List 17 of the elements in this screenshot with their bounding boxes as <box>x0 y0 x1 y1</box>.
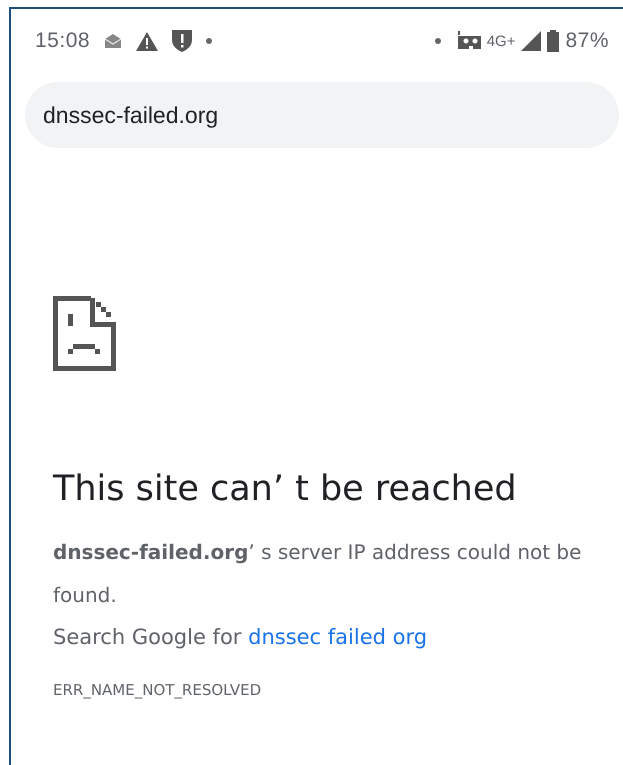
error-message: dnssec-failed.org’ s server IP address could not be found. <box>53 539 582 609</box>
signal-icon <box>521 31 542 51</box>
error-heading: This site can’ t be reached <box>53 469 518 509</box>
battery-icon <box>547 30 560 52</box>
address-bar[interactable]: dnssec-failed.org <box>25 82 619 148</box>
warning-icon <box>136 32 158 50</box>
error-code: ERR_NAME_NOT_RESOLVED <box>53 681 262 699</box>
dot-icon <box>434 38 441 44</box>
search-link[interactable]: dnssec failed org <box>248 625 428 649</box>
search-prompt: Search Google for <box>53 625 242 649</box>
mail-icon <box>104 33 122 49</box>
sad-page-icon <box>53 296 116 371</box>
shield-icon <box>172 30 192 52</box>
clock-time: 15:08 <box>35 29 90 53</box>
dot-icon <box>206 38 212 44</box>
network-type: 4G+ <box>486 32 516 50</box>
battery-percent: 87% <box>565 29 609 53</box>
